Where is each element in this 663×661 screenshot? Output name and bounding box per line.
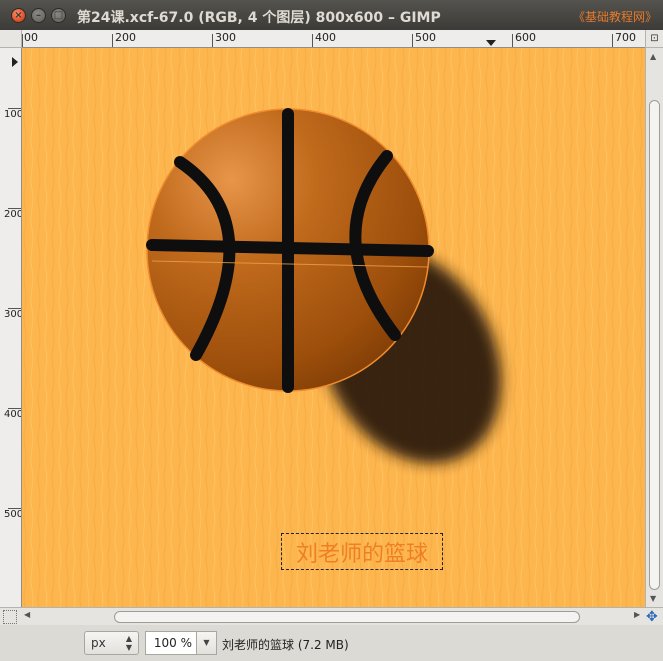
horizontal-ruler[interactable]: 00 200 300 400 500 600 700 <box>22 30 645 48</box>
ruler-label: 300 <box>215 31 236 44</box>
ruler-label: 400 <box>4 409 22 420</box>
ruler-label: 200 <box>115 31 136 44</box>
minimize-icon: – <box>36 10 41 21</box>
zoom-input[interactable]: 100 % <box>145 631 197 655</box>
ruler-position-marker-icon <box>12 57 18 67</box>
zoom-dropdown-button[interactable]: ▼ <box>197 631 217 655</box>
basketball-image <box>22 48 645 607</box>
window-title: 第24课.xcf-67.0 (RGB, 4 个图层) 800x600 – GIM… <box>77 10 441 26</box>
vertical-scroll-thumb[interactable] <box>649 100 660 590</box>
ruler-label: 200 <box>4 209 22 220</box>
navigate-icon[interactable]: ✥ <box>646 609 658 625</box>
spin-arrows-icon: ▲ ▼ <box>125 634 132 652</box>
ruler-label: 600 <box>515 31 536 44</box>
unit-select[interactable]: px ▲ ▼ <box>84 631 139 655</box>
unit-value: px <box>91 636 106 650</box>
ruler-label: 300 <box>4 309 22 320</box>
watermark: 《基础教程网》 <box>572 10 657 24</box>
scroll-down-icon[interactable]: ▼ <box>650 594 656 603</box>
zoom-to-fit-icon[interactable]: ⊡ <box>645 30 663 48</box>
status-bar: px ▲ ▼ 100 % ▼ 刘老师的篮球 (7.2 MB) <box>0 625 663 661</box>
close-icon: × <box>14 10 23 21</box>
maximize-icon: □ <box>53 10 64 21</box>
image-canvas[interactable]: 刘老师的篮球 <box>22 48 645 607</box>
ruler-label: 00 <box>24 31 38 44</box>
ruler-label: 400 <box>315 31 336 44</box>
zoom-unit: % <box>180 636 192 650</box>
ruler-position-marker-icon <box>486 40 496 46</box>
ruler-label: 500 <box>4 509 22 520</box>
maximize-window-button[interactable]: □ <box>51 8 66 23</box>
status-message: 刘老师的篮球 (7.2 MB) <box>222 638 349 652</box>
ruler-corner-button[interactable] <box>0 30 22 48</box>
ruler-label: 700 <box>615 31 636 44</box>
ruler-label: 500 <box>415 31 436 44</box>
quick-mask-toggle[interactable] <box>3 610 17 624</box>
ruler-label: 100 <box>4 109 22 120</box>
zoom-value: 100 <box>153 636 177 650</box>
scroll-right-icon[interactable]: ▶ <box>634 610 640 619</box>
vertical-scrollbar[interactable]: ▲ ▼ <box>645 48 663 607</box>
vertical-ruler[interactable]: 100 200 300 400 500 <box>0 48 22 608</box>
text-layer-caption[interactable]: 刘老师的篮球 <box>281 533 443 570</box>
horizontal-scrollbar[interactable]: ◀ ▶ ✥ <box>0 607 663 625</box>
minimize-window-button[interactable]: – <box>31 8 46 23</box>
scroll-up-icon[interactable]: ▲ <box>650 52 656 61</box>
horizontal-scroll-thumb[interactable] <box>114 611 580 623</box>
title-bar: × – □ 第24课.xcf-67.0 (RGB, 4 个图层) 800x600… <box>0 0 663 30</box>
scroll-left-icon[interactable]: ◀ <box>24 610 30 619</box>
close-window-button[interactable]: × <box>11 8 26 23</box>
